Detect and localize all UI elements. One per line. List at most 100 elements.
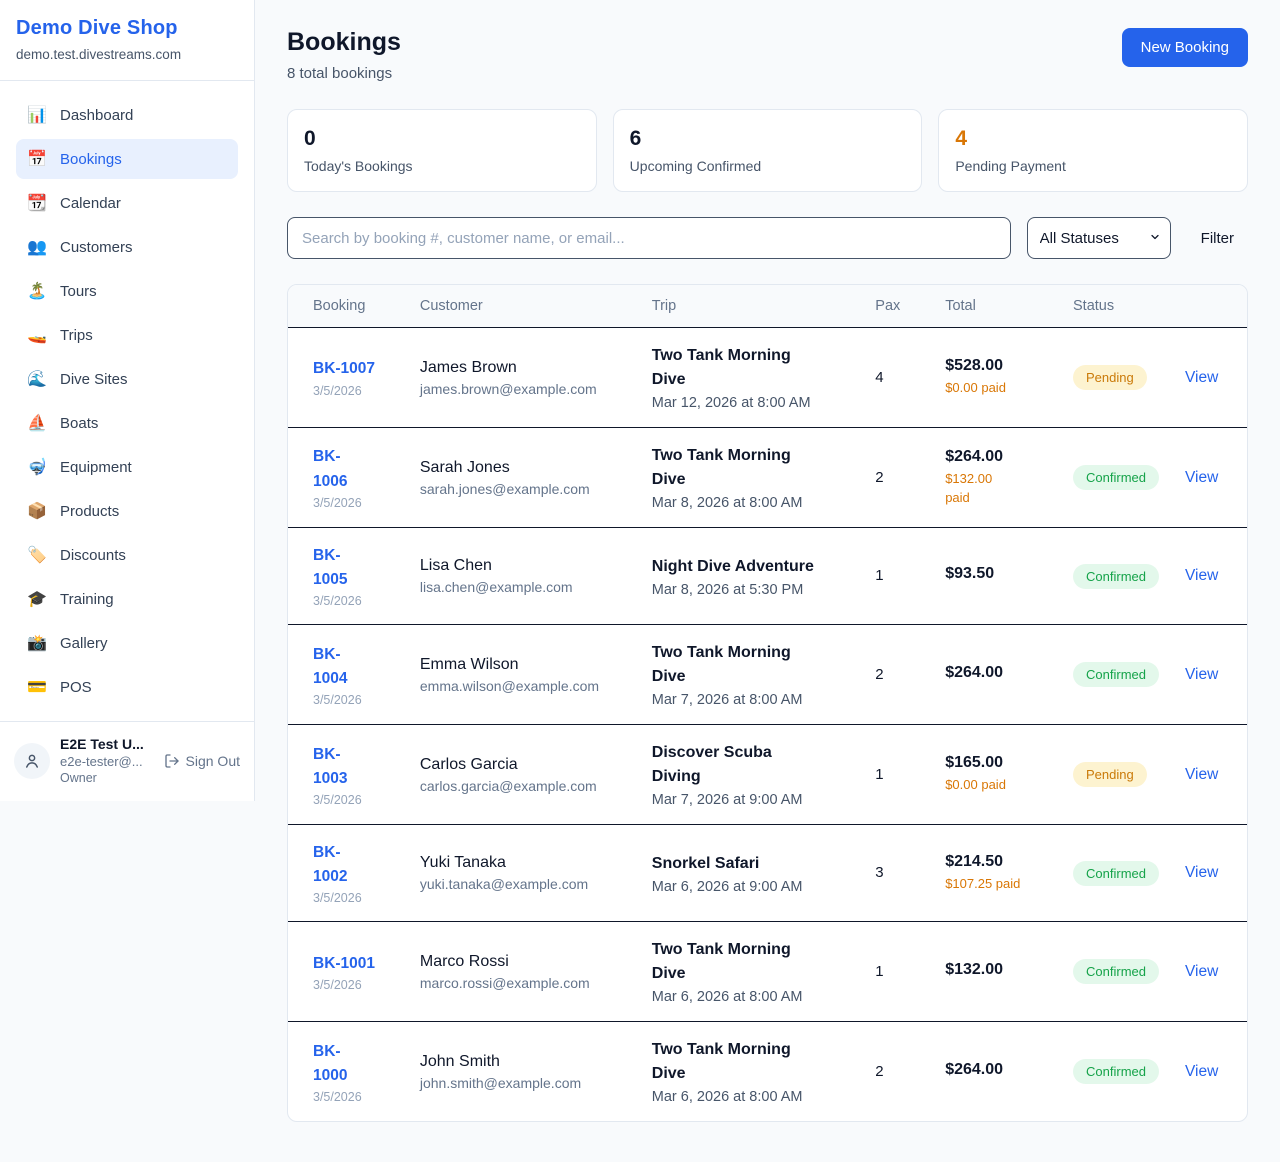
sidebar-item-calendar[interactable]: 📆 Calendar — [16, 183, 238, 223]
booking-id-link[interactable]: BK- 1006 — [313, 445, 347, 493]
new-booking-button[interactable]: New Booking — [1122, 28, 1248, 67]
sidebar-item-label: POS — [60, 679, 92, 696]
bookings-icon: 📅 — [27, 149, 47, 169]
table-row: BK- 1000 3/5/2026 John Smith john.smith@… — [288, 1022, 1247, 1122]
sidebar-item-training[interactable]: 🎓 Training — [16, 579, 238, 619]
user-info: E2E Test U... e2e-tester@... Owner — [60, 736, 154, 785]
trip-datetime: Mar 8, 2026 at 8:00 AM — [652, 495, 852, 511]
view-link[interactable]: View — [1185, 469, 1218, 486]
view-link[interactable]: View — [1185, 369, 1218, 386]
table-row: BK- 1002 3/5/2026 Yuki Tanaka yuki.tanak… — [288, 825, 1247, 922]
booking-id-link[interactable]: BK- 1000 — [313, 1040, 347, 1088]
trip-datetime: Mar 6, 2026 at 8:00 AM — [652, 989, 852, 1005]
equipment-icon: 🤿 — [27, 457, 47, 477]
trip-datetime: Mar 7, 2026 at 9:00 AM — [652, 792, 852, 808]
view-link[interactable]: View — [1185, 567, 1218, 584]
view-link[interactable]: View — [1185, 766, 1218, 783]
customer-name: Yuki Tanaka — [420, 854, 628, 872]
table-row: BK- 1004 3/5/2026 Emma Wilson emma.wilso… — [288, 625, 1247, 725]
view-link[interactable]: View — [1185, 666, 1218, 683]
user-footer: E2E Test U... e2e-tester@... Owner Sign … — [0, 721, 254, 801]
sidebar-item-pos[interactable]: 💳 POS — [16, 667, 238, 707]
booking-date: 3/5/2026 — [313, 693, 396, 707]
view-link[interactable]: View — [1185, 963, 1218, 980]
sidebar-item-bookings[interactable]: 📅 Bookings — [16, 139, 238, 179]
sidebar-item-discounts[interactable]: 🏷️ Discounts — [16, 535, 238, 575]
sidebar-item-boats[interactable]: ⛵ Boats — [16, 403, 238, 443]
customer-name: James Brown — [420, 359, 628, 377]
tours-icon: 🏝️ — [27, 281, 47, 301]
trip-datetime: Mar 7, 2026 at 8:00 AM — [652, 692, 852, 708]
sidebar-item-equipment[interactable]: 🤿 Equipment — [16, 447, 238, 487]
trip-name: Discover Scuba Diving — [652, 741, 852, 789]
booking-date: 3/5/2026 — [313, 793, 396, 807]
trip-datetime: Mar 6, 2026 at 9:00 AM — [652, 879, 852, 895]
status-select[interactable]: All Statuses — [1027, 217, 1171, 259]
customer-name: Lisa Chen — [420, 557, 628, 575]
discounts-icon: 🏷️ — [27, 545, 47, 565]
total-amount: $165.00 — [945, 754, 1049, 772]
booking-date: 3/5/2026 — [313, 1090, 396, 1104]
sidebar-item-tours[interactable]: 🏝️ Tours — [16, 271, 238, 311]
sidebar-item-gallery[interactable]: 📸 Gallery — [16, 623, 238, 663]
sidebar-item-label: Dashboard — [60, 107, 133, 124]
stat-value: 6 — [630, 127, 906, 151]
total-amount: $264.00 — [945, 448, 1049, 466]
booking-id-link[interactable]: BK- 1005 — [313, 544, 347, 592]
col-status: Status — [1061, 285, 1173, 328]
sidebar-item-label: Trips — [60, 327, 93, 344]
sidebar-item-dashboard[interactable]: 📊 Dashboard — [16, 95, 238, 135]
sidebar-item-label: Bookings — [60, 151, 122, 168]
pax-count: 4 — [875, 369, 883, 386]
view-link[interactable]: View — [1185, 864, 1218, 881]
status-badge: Confirmed — [1073, 1059, 1159, 1084]
customers-icon: 👥 — [27, 237, 47, 257]
sidebar-item-products[interactable]: 📦 Products — [16, 491, 238, 531]
stat-label: Upcoming Confirmed — [630, 158, 906, 174]
booking-id-link[interactable]: BK-1007 — [313, 357, 375, 381]
booking-id-link[interactable]: BK-1001 — [313, 952, 375, 976]
view-link[interactable]: View — [1185, 1063, 1218, 1080]
sidebar-item-trips[interactable]: 🚤 Trips — [16, 315, 238, 355]
status-badge: Confirmed — [1073, 465, 1159, 490]
stat-todays-bookings: 0 Today's Bookings — [287, 109, 597, 192]
trips-icon: 🚤 — [27, 325, 47, 345]
customer-email: james.brown@example.com — [420, 381, 628, 397]
total-bookings-count: 8 total bookings — [287, 65, 401, 82]
paid-amount: $107.25 paid — [945, 875, 1049, 894]
booking-id-link[interactable]: BK- 1004 — [313, 643, 347, 691]
customer-email: john.smith@example.com — [420, 1075, 628, 1091]
trip-name: Night Dive Adventure — [652, 555, 852, 579]
status-badge: Confirmed — [1073, 564, 1159, 589]
customer-name: Marco Rossi — [420, 953, 628, 971]
sidebar: Demo Dive Shop demo.test.divestreams.com… — [0, 0, 255, 801]
person-icon — [23, 752, 41, 770]
pax-count: 2 — [875, 666, 883, 683]
sign-out-button[interactable]: Sign Out — [164, 753, 240, 769]
trip-name: Two Tank Morning Dive — [652, 938, 852, 986]
sidebar-nav: 📊 Dashboard 📅 Bookings 📆 Calendar 👥 Cust… — [0, 81, 254, 721]
total-amount: $93.50 — [945, 565, 1049, 583]
pax-count: 2 — [875, 1063, 883, 1080]
total-amount: $264.00 — [945, 664, 1049, 682]
search-input[interactable] — [287, 217, 1011, 259]
sidebar-item-label: Dive Sites — [60, 371, 128, 388]
customer-name: John Smith — [420, 1053, 628, 1071]
total-amount: $214.50 — [945, 853, 1049, 871]
booking-id-link[interactable]: BK- 1003 — [313, 743, 347, 791]
stat-pending-payment: 4 Pending Payment — [938, 109, 1248, 192]
paid-amount: $0.00 paid — [945, 776, 1049, 795]
sidebar-item-dive-sites[interactable]: 🌊 Dive Sites — [16, 359, 238, 399]
customer-email: emma.wilson@example.com — [420, 678, 628, 694]
status-badge: Confirmed — [1073, 959, 1159, 984]
pax-count: 2 — [875, 469, 883, 486]
booking-id-link[interactable]: BK- 1002 — [313, 841, 347, 889]
boats-icon: ⛵ — [27, 413, 47, 433]
shop-domain: demo.test.divestreams.com — [16, 47, 238, 62]
table-header-row: Booking Customer Trip Pax Total Status — [288, 285, 1247, 328]
trip-datetime: Mar 6, 2026 at 8:00 AM — [652, 1089, 852, 1105]
booking-date: 3/5/2026 — [313, 384, 396, 398]
shop-name[interactable]: Demo Dive Shop — [16, 17, 238, 40]
filter-button[interactable]: Filter — [1187, 230, 1248, 247]
sidebar-item-customers[interactable]: 👥 Customers — [16, 227, 238, 267]
